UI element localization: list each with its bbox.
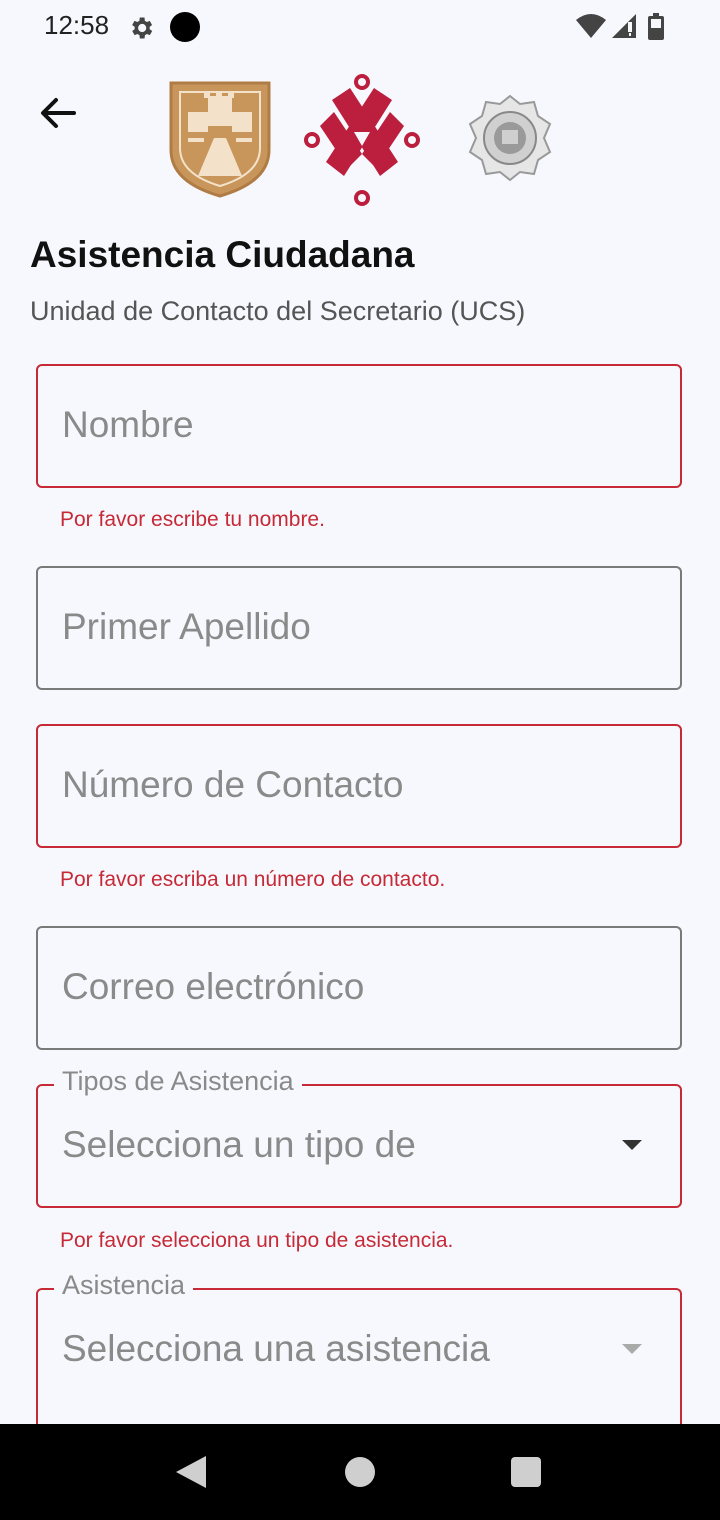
nav-home-icon[interactable]: [345, 1457, 375, 1487]
tipo-asistencia-error: Por favor selecciona un tipo de asistenc…: [60, 1229, 454, 1252]
dropdown-arrow-icon: [622, 1344, 642, 1354]
tipo-asistencia-placeholder: Selecciona un tipo de: [62, 1124, 416, 1165]
camera-dot: [170, 12, 200, 42]
status-time: 12:58: [44, 10, 110, 40]
tipo-asistencia-label: Tipos de Asistencia: [54, 1066, 302, 1097]
page-title: Asistencia Ciudadana: [30, 234, 415, 275]
signal-icon: [612, 14, 636, 38]
cdmx-government-logo: [304, 74, 420, 206]
tipo-asistencia-select[interactable]: Tipos de Asistencia Selecciona un tipo d…: [36, 1066, 682, 1208]
nombre-error: Por favor escribe tu nombre.: [60, 508, 325, 531]
nombre-placeholder: Nombre: [62, 404, 194, 445]
ssc-badge-logo: [468, 94, 552, 182]
apellido-placeholder: Primer Apellido: [62, 606, 311, 647]
apellido-field[interactable]: Primer Apellido: [36, 566, 682, 690]
nombre-field[interactable]: Nombre: [36, 364, 682, 488]
wifi-icon: [576, 14, 606, 38]
page-subtitle: Unidad de Contacto del Secretario (UCS): [30, 296, 526, 326]
asistencia-placeholder: Selecciona una asistencia: [62, 1328, 490, 1369]
status-bar: 12:58: [0, 0, 720, 56]
contacto-error: Por favor escriba un número de contacto.: [60, 868, 446, 891]
system-nav-bar: [0, 1424, 720, 1520]
correo-placeholder: Correo electrónico: [62, 966, 365, 1007]
nav-back-icon[interactable]: [176, 1456, 206, 1488]
asistencia-label: Asistencia: [54, 1270, 194, 1301]
correo-field[interactable]: Correo electrónico: [36, 926, 682, 1050]
settings-icon: [132, 17, 153, 39]
back-arrow-icon[interactable]: [34, 88, 84, 138]
nav-recents-icon[interactable]: [511, 1457, 541, 1487]
battery-icon: [648, 13, 664, 40]
cdmx-shield-logo: [169, 81, 271, 198]
asistencia-select[interactable]: Asistencia Selecciona una asistencia: [36, 1270, 682, 1424]
dropdown-arrow-icon: [622, 1140, 642, 1150]
contacto-field[interactable]: Número de Contacto: [36, 724, 682, 848]
system-status-icons: [576, 13, 664, 40]
contacto-placeholder: Número de Contacto: [62, 764, 404, 805]
